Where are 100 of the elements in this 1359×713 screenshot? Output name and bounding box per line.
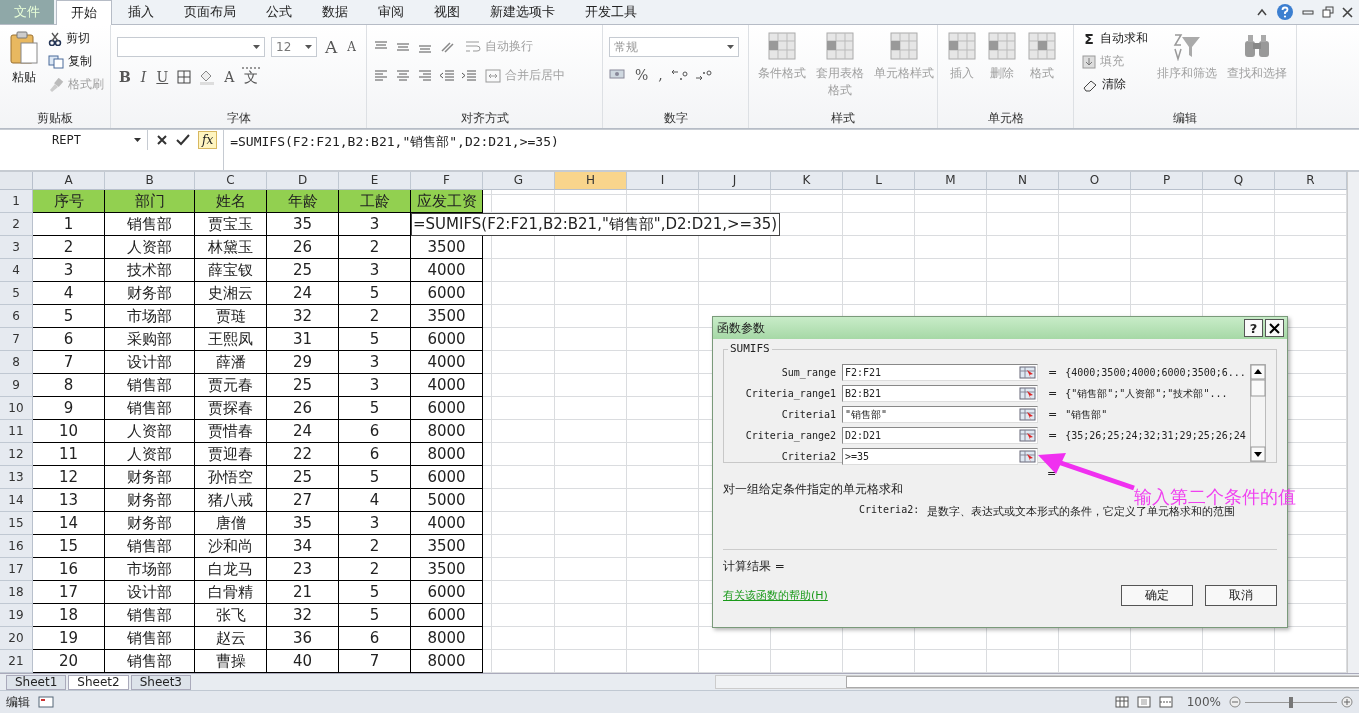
row-header[interactable]: 14 — [0, 489, 33, 512]
row-header[interactable]: 10 — [0, 397, 33, 420]
decrease-decimal-icon[interactable] — [694, 68, 713, 82]
column-header[interactable]: P — [1131, 172, 1203, 190]
row-header[interactable]: 6 — [0, 305, 33, 328]
grow-font-button[interactable]: A — [323, 37, 340, 57]
cancel-icon[interactable] — [156, 134, 168, 146]
row-header[interactable]: 20 — [0, 627, 33, 650]
paste-button[interactable]: 粘贴 — [6, 29, 42, 88]
row-header[interactable]: 13 — [0, 466, 33, 489]
bold-button[interactable]: B — [117, 69, 133, 85]
range-select-icon[interactable] — [1019, 366, 1036, 379]
row-header[interactable]: 2 — [0, 213, 33, 236]
fill-bucket-icon[interactable] — [198, 69, 217, 85]
sheet-tab[interactable]: Sheet1 — [6, 674, 67, 690]
column-header[interactable]: G — [483, 172, 555, 190]
row-header[interactable]: 3 — [0, 236, 33, 259]
increase-decimal-icon[interactable] — [670, 68, 689, 82]
font-size-field[interactable]: 12 — [271, 37, 317, 57]
sheet-tab[interactable]: Sheet3 — [130, 674, 191, 690]
font-name-field[interactable] — [117, 37, 265, 57]
row-header[interactable]: 7 — [0, 328, 33, 351]
close-icon[interactable] — [1342, 6, 1353, 18]
column-header[interactable]: Q — [1203, 172, 1275, 190]
vertical-scrollbar[interactable] — [1347, 172, 1359, 673]
argument-field[interactable]: >=35 — [842, 448, 1038, 465]
clear-button[interactable]: 清除 — [1080, 75, 1150, 94]
insert-function-button[interactable]: fx — [198, 131, 218, 149]
align-icon[interactable] — [417, 68, 433, 83]
row-header[interactable]: 5 — [0, 282, 33, 305]
close-button[interactable] — [1265, 319, 1284, 337]
column-header[interactable]: D — [267, 172, 339, 190]
indent-icon[interactable] — [461, 68, 477, 83]
page-layout-icon[interactable] — [1136, 696, 1151, 708]
checkmark-icon[interactable] — [176, 134, 190, 146]
column-header[interactable]: R — [1275, 172, 1347, 190]
underline-button[interactable]: U — [154, 69, 171, 85]
currency-icon[interactable] — [609, 68, 627, 82]
cancel-button[interactable]: 取消 — [1205, 585, 1277, 606]
range-select-icon[interactable] — [1019, 408, 1036, 421]
ribbon-tab[interactable]: 页面布局 — [170, 0, 250, 24]
zoom-in-icon[interactable] — [1341, 696, 1353, 708]
column-header[interactable]: C — [195, 172, 267, 190]
column-header[interactable]: F — [411, 172, 483, 190]
ribbon-tab[interactable]: 数据 — [308, 0, 362, 24]
row-header[interactable]: 19 — [0, 604, 33, 627]
page-break-icon[interactable] — [1158, 696, 1173, 708]
row-header[interactable]: 21 — [0, 650, 33, 673]
horizontal-scrollbar[interactable] — [715, 675, 1359, 689]
row-header[interactable]: 4 — [0, 259, 33, 282]
column-header[interactable]: L — [843, 172, 915, 190]
text-orientation-icon[interactable] — [439, 39, 457, 54]
sheet-tab[interactable]: Sheet2 — [68, 674, 129, 690]
range-select-icon[interactable] — [1019, 387, 1036, 400]
vertical-scrollbar[interactable] — [1250, 364, 1266, 462]
copy-button[interactable]: 复制 — [46, 52, 106, 71]
shrink-font-button[interactable]: A — [345, 40, 358, 54]
restore-icon[interactable] — [1322, 6, 1334, 18]
column-header[interactable]: E — [339, 172, 411, 190]
row-header[interactable]: 18 — [0, 581, 33, 604]
collapse-ribbon-icon[interactable] — [1256, 7, 1268, 17]
ribbon-tab[interactable]: 公式 — [252, 0, 306, 24]
autosum-button[interactable]: Σ 自动求和 — [1080, 29, 1150, 48]
column-header[interactable]: M — [915, 172, 987, 190]
help-icon[interactable] — [1276, 3, 1294, 21]
range-select-icon[interactable] — [1019, 450, 1036, 463]
formula-field[interactable]: =SUMIFS(F2:F21,B2:B21,"销售部",D2:D21,>=35) — [223, 130, 1359, 170]
font-color-button[interactable]: A — [222, 69, 237, 85]
column-header[interactable]: J — [699, 172, 771, 190]
cell-editor[interactable]: =SUMIFS(F2:F21,B2:B21,"销售部",D2:D21,>=35) — [411, 213, 781, 236]
row-header[interactable]: 9 — [0, 374, 33, 397]
cut-button[interactable]: 剪切 — [46, 29, 106, 48]
argument-field[interactable]: "销售部" — [842, 406, 1038, 423]
ribbon-tab[interactable]: 开发工具 — [571, 0, 651, 24]
zoom-out-icon[interactable] — [1229, 696, 1241, 708]
minimize-icon[interactable] — [1302, 7, 1314, 17]
range-select-icon[interactable] — [1019, 429, 1036, 442]
argument-field[interactable]: B2:B21 — [842, 385, 1038, 402]
argument-field[interactable]: F2:F21 — [842, 364, 1038, 381]
phonetic-button[interactable]: 文 — [242, 67, 261, 87]
zoom-slider-thumb[interactable] — [1289, 696, 1293, 708]
row-header[interactable]: 16 — [0, 535, 33, 558]
row-header[interactable]: 8 — [0, 351, 33, 374]
row-header[interactable]: 11 — [0, 420, 33, 443]
column-header[interactable]: O — [1059, 172, 1131, 190]
row-header[interactable]: 17 — [0, 558, 33, 581]
italic-button[interactable]: I — [138, 69, 149, 85]
column-header[interactable]: I — [627, 172, 699, 190]
normal-view-icon[interactable] — [1114, 696, 1129, 708]
ribbon-tab[interactable]: 审阅 — [364, 0, 418, 24]
row-header[interactable]: 1 — [0, 190, 33, 213]
ribbon-tab[interactable]: 新建选项卡 — [476, 0, 569, 24]
column-header[interactable]: H — [555, 172, 627, 190]
percent-button[interactable]: % — [633, 67, 651, 83]
column-header[interactable]: N — [987, 172, 1059, 190]
column-header[interactable]: B — [105, 172, 195, 190]
help-button[interactable]: ? — [1244, 319, 1263, 337]
column-header[interactable]: K — [771, 172, 843, 190]
name-box[interactable]: REPT — [0, 130, 148, 150]
align-icon[interactable] — [373, 68, 389, 83]
